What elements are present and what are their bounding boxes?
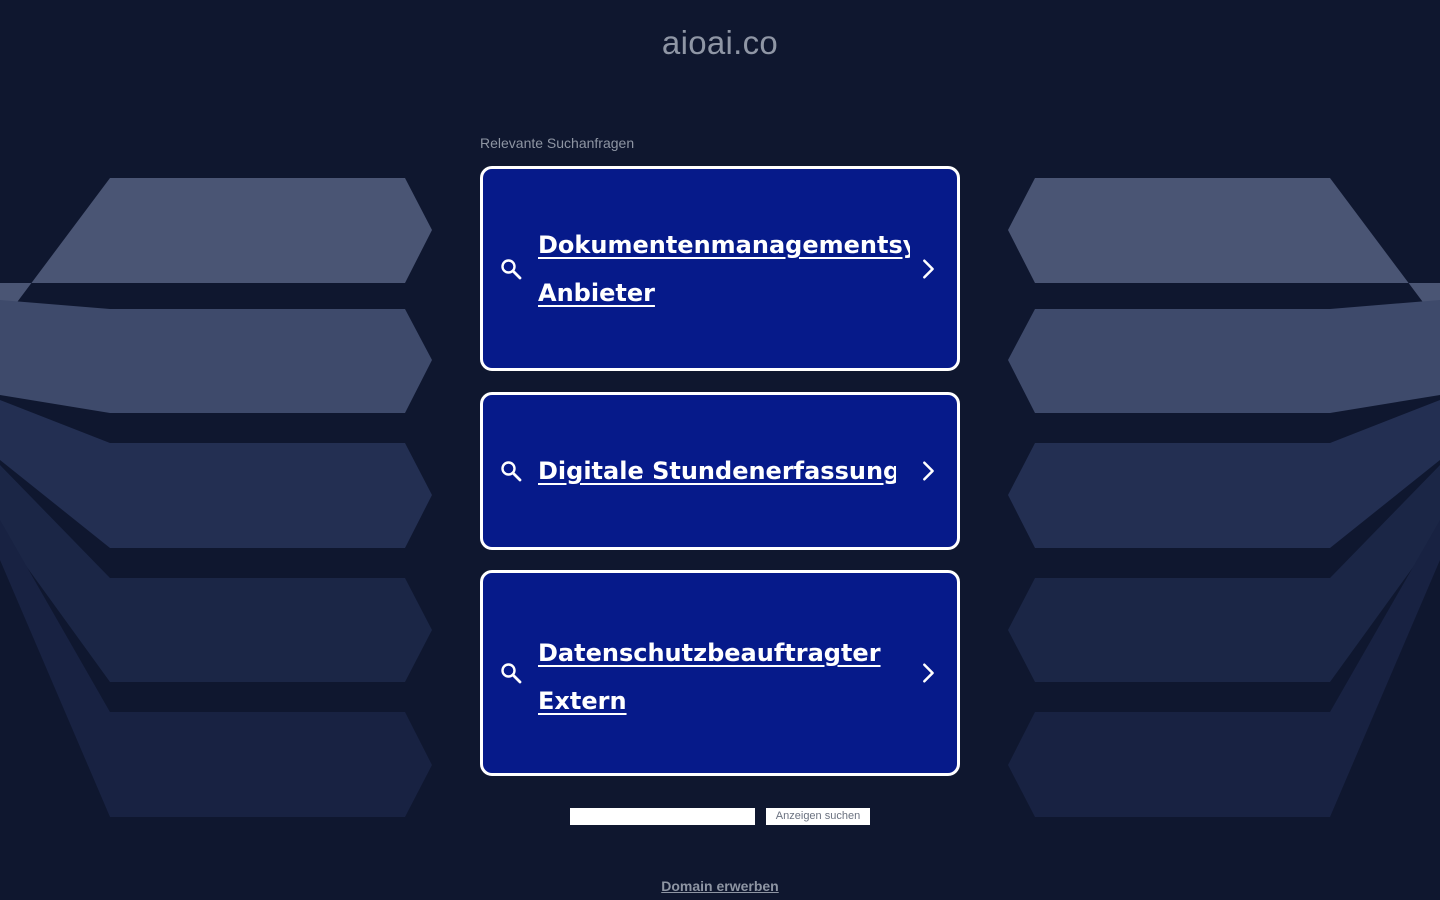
related-search-link-1[interactable]: Dokumentenmanagementsystem Anbieter xyxy=(538,221,910,317)
search-icon xyxy=(501,663,522,684)
chevron-right-icon xyxy=(923,258,934,279)
related-search-text-1-line-2: Anbieter xyxy=(538,279,655,307)
right-band-1 xyxy=(1008,178,1440,325)
ad-search-form: Anzeigen suchen xyxy=(570,808,870,825)
right-band-2 xyxy=(1008,300,1440,413)
related-search-text-2-line-1: Digitale Stundenerfassung xyxy=(538,457,896,485)
related-search-text-3-line-1: Datenschutzbeauftragter xyxy=(538,639,881,667)
chevron-right-icon xyxy=(923,461,934,481)
chevron-right-icon xyxy=(923,663,934,683)
related-search-card-2[interactable]: Digitale Stundenerfassung xyxy=(480,392,960,550)
related-search-text-3-line-2: Extern xyxy=(538,687,627,715)
left-band-2 xyxy=(0,300,432,413)
parked-domain-page: aioai.co Relevante Suchanfragen Dokument… xyxy=(0,0,1440,900)
right-band-3 xyxy=(1008,400,1440,548)
search-icon xyxy=(501,461,522,482)
left-band-3 xyxy=(0,400,432,548)
show-ads-search-button[interactable]: Anzeigen suchen xyxy=(766,808,870,825)
related-search-link-3[interactable]: Datenschutzbeauftragter Extern xyxy=(538,629,910,725)
related-search-card-1[interactable]: Dokumentenmanagementsystem Anbieter xyxy=(480,166,960,371)
related-search-link-2[interactable]: Digitale Stundenerfassung xyxy=(538,447,896,495)
related-searches-label: Relevante Suchanfragen xyxy=(480,135,635,151)
ad-search-input[interactable] xyxy=(570,808,755,825)
domain-name-title: aioai.co xyxy=(661,24,779,61)
related-search-text-1-line-1: Dokumentenmanagementsystem xyxy=(538,231,910,259)
search-icon xyxy=(501,258,522,279)
buy-domain-link[interactable]: Domain erwerben xyxy=(0,878,1440,894)
left-band-1 xyxy=(0,178,432,325)
related-search-card-3[interactable]: Datenschutzbeauftragter Extern xyxy=(480,570,960,776)
